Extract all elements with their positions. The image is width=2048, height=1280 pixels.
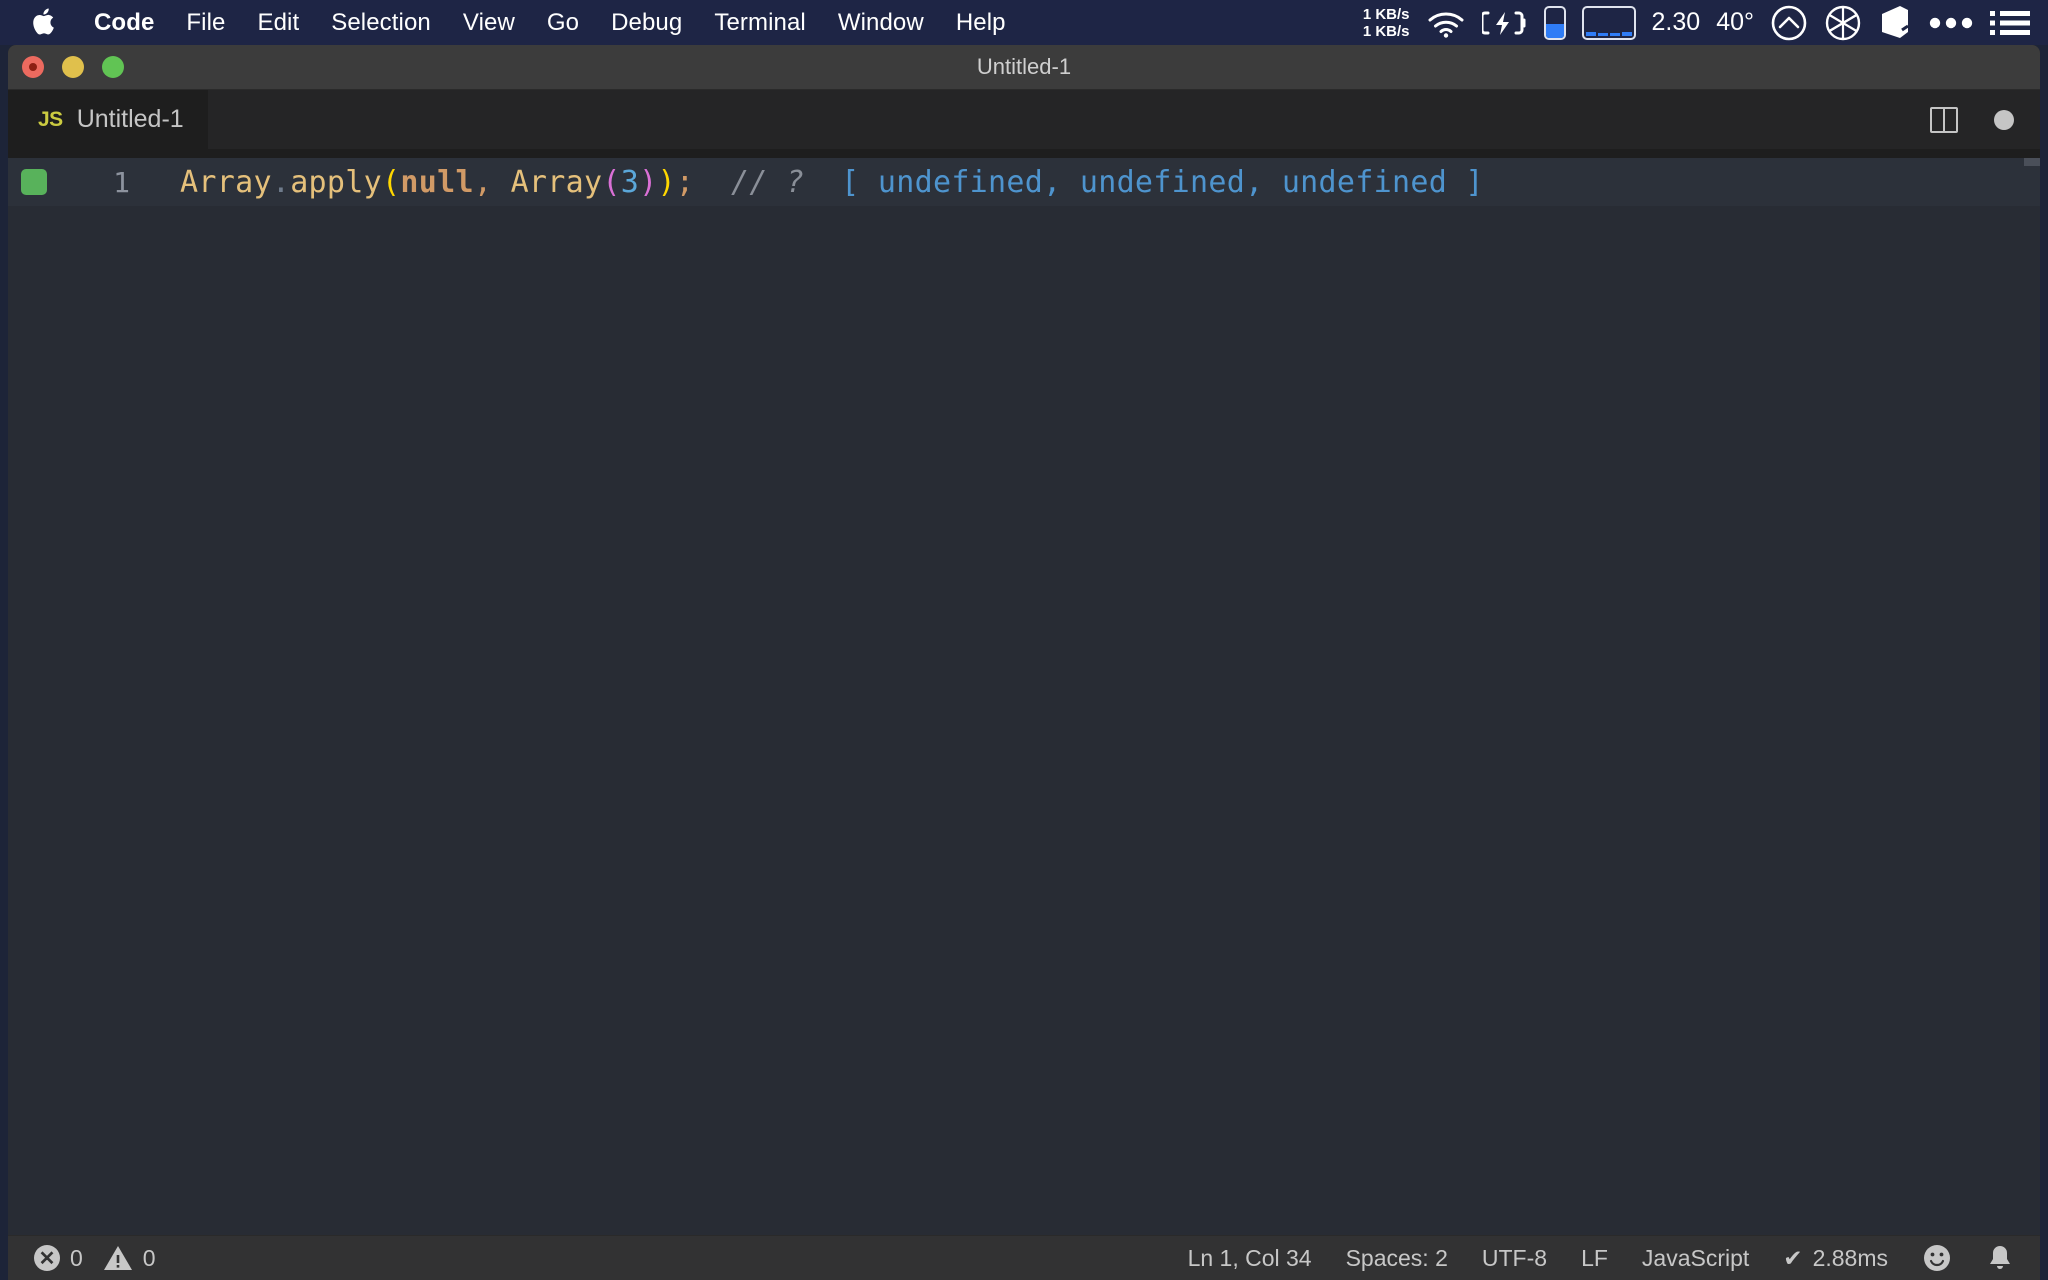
- code-token-semicolon: ;: [675, 164, 695, 200]
- code-token-dot: .: [271, 164, 291, 200]
- menu-list-icon[interactable]: [1990, 8, 2030, 38]
- network-upload-speed: 1 KB/s: [1362, 22, 1410, 40]
- inline-result-value: [ undefined, undefined, undefined ]: [804, 164, 1484, 200]
- code-token-close-paren-1: ): [657, 164, 676, 200]
- unsaved-dot-icon[interactable]: [1994, 109, 2014, 130]
- cpu-bar-2: [1597, 33, 1608, 36]
- editor-gutter-glyph[interactable]: [8, 169, 60, 195]
- cpu-bar-4: [1621, 31, 1632, 36]
- window-title-bar[interactable]: Untitled-1: [8, 45, 2040, 90]
- minimize-window-button[interactable]: [62, 56, 84, 78]
- window-title: Untitled-1: [976, 54, 1072, 79]
- quokka-live-indicator-icon[interactable]: [21, 169, 47, 195]
- code-token-comma: ,: [473, 164, 511, 200]
- encoding-status[interactable]: UTF-8: [1482, 1245, 1547, 1272]
- wifi-icon[interactable]: [1426, 8, 1466, 38]
- close-window-button[interactable]: [22, 56, 44, 78]
- errors-count: 0: [70, 1244, 83, 1271]
- code-token-identifier-array-2: Array: [510, 164, 603, 200]
- line-number: 1: [113, 165, 130, 199]
- code-editor[interactable]: 1 Array.apply(null, Array(3)); // ? [ un…: [8, 158, 2040, 1243]
- ellipsis-icon[interactable]: [1928, 16, 1974, 30]
- check-icon: ✔: [1783, 1244, 1803, 1271]
- bell-icon[interactable]: [1986, 1243, 2014, 1273]
- code-content[interactable]: Array.apply(null, Array(3)); // ? [ unde…: [130, 165, 1484, 200]
- code-line-1[interactable]: 1 Array.apply(null, Array(3)); // ? [ un…: [8, 158, 2040, 206]
- smiley-icon[interactable]: [1922, 1243, 1952, 1273]
- warnings-count: 0: [142, 1244, 156, 1271]
- menu-item-view[interactable]: View: [447, 0, 531, 45]
- editor-scrollbar[interactable]: [2024, 158, 2040, 166]
- menu-item-terminal[interactable]: Terminal: [698, 0, 822, 45]
- cpu-bar-1: [1585, 32, 1596, 36]
- battery-fill: [1545, 24, 1564, 38]
- traffic-light-buttons: [8, 56, 124, 78]
- code-token-identifier-apply: apply: [290, 164, 382, 200]
- editor-tab-actions: [1930, 90, 2040, 149]
- vscode-window: Untitled-1 JS Untitled-1 1 Array.apply(n…: [8, 45, 2040, 1280]
- maximize-window-button[interactable]: [102, 56, 124, 78]
- code-token-open-paren-2: (: [602, 164, 621, 200]
- battery-level-icon[interactable]: [1543, 5, 1566, 40]
- cube-icon[interactable]: [1878, 4, 1912, 42]
- menu-item-selection[interactable]: Selection: [315, 0, 447, 45]
- language-mode-status[interactable]: JavaScript: [1642, 1245, 1749, 1272]
- menu-item-go[interactable]: Go: [531, 0, 595, 45]
- code-token-keyword-null: null: [400, 164, 474, 200]
- menu-item-file[interactable]: File: [170, 0, 241, 45]
- status-bar-right: Ln 1, Col 34 Spaces: 2 UTF-8 LF JavaScri…: [1188, 1243, 2040, 1273]
- code-token-identifier-array: Array: [180, 164, 272, 200]
- network-speed-indicator[interactable]: 1 KB/s 1 KB/s: [1363, 6, 1410, 40]
- menu-bar-left: Code File Edit Selection View Go Debug T…: [0, 0, 1022, 45]
- editor-tab-label: Untitled-1: [76, 105, 184, 133]
- aperture-icon[interactable]: [1824, 4, 1862, 42]
- system-load-value[interactable]: 2.30: [1652, 8, 1701, 37]
- editor-tab-untitled-1[interactable]: JS Untitled-1: [8, 90, 209, 149]
- network-download-speed: 1 KB/s: [1362, 5, 1410, 23]
- menu-item-edit[interactable]: Edit: [241, 0, 315, 45]
- split-editor-icon[interactable]: [1930, 106, 1958, 133]
- code-token-comment: // ?: [694, 164, 805, 200]
- status-bar-left: ✕ 0 0: [8, 1244, 156, 1272]
- cpu-meter-icon[interactable]: [1581, 5, 1636, 40]
- cpu-bar-3: [1609, 32, 1620, 36]
- eol-status[interactable]: LF: [1581, 1245, 1608, 1272]
- macos-menu-bar: Code File Edit Selection View Go Debug T…: [0, 0, 2048, 45]
- menu-item-window[interactable]: Window: [822, 0, 940, 45]
- battery-charging-icon[interactable]: [1481, 8, 1528, 38]
- cursor-position-status[interactable]: Ln 1, Col 34: [1188, 1245, 1312, 1272]
- run-time-value: 2.88ms: [1812, 1244, 1888, 1271]
- upload-circle-icon[interactable]: [1770, 4, 1808, 42]
- menu-bar-status-items: 1 KB/s 1 KB/s 2.30 40°: [1363, 0, 2048, 45]
- apple-logo-icon[interactable]: [30, 8, 56, 38]
- code-token-number-3: 3: [620, 164, 640, 200]
- editor-tab-bar: JS Untitled-1: [8, 90, 2040, 150]
- menu-item-help[interactable]: Help: [940, 0, 1022, 45]
- temperature-value[interactable]: 40°: [1716, 8, 1754, 37]
- menu-item-code[interactable]: Code: [78, 0, 170, 45]
- code-token-open-paren-1: (: [382, 164, 401, 200]
- warning-triangle-icon: [103, 1244, 133, 1272]
- error-circle-icon: ✕: [34, 1245, 60, 1271]
- indentation-status[interactable]: Spaces: 2: [1346, 1245, 1448, 1272]
- status-bar: ✕ 0 0 Ln 1, Col 34 Spaces: 2 UTF-8 LF Ja…: [8, 1235, 2040, 1280]
- menu-item-debug[interactable]: Debug: [595, 0, 698, 45]
- code-token-close-paren-2: ): [639, 164, 658, 200]
- run-time-status[interactable]: ✔ 2.88ms: [1783, 1245, 1888, 1272]
- problems-status-item[interactable]: ✕ 0 0: [34, 1244, 156, 1272]
- javascript-file-icon: JS: [38, 107, 63, 131]
